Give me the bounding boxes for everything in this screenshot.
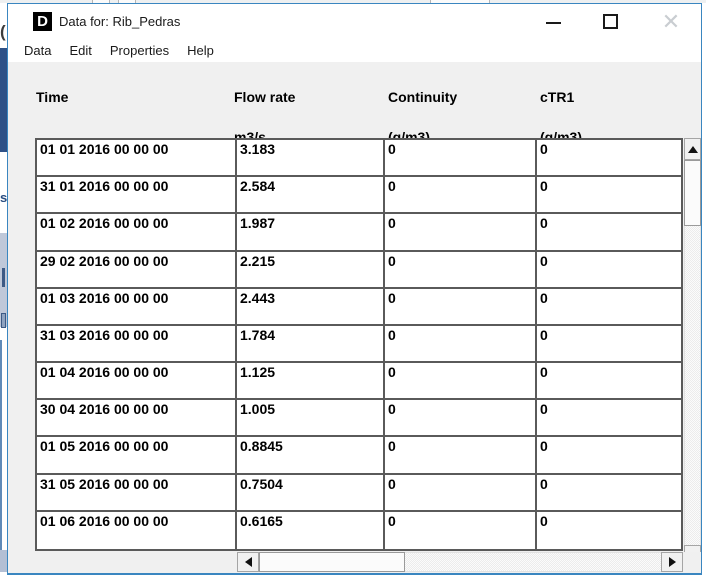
flow-rate-cell[interactable]: 2.443 <box>237 289 385 326</box>
background-fragment: ( <box>0 22 7 42</box>
menu-bar: Data Edit Properties Help <box>8 40 701 62</box>
continuity-cell[interactable]: 0 <box>385 400 537 437</box>
close-button[interactable]: ✕ <box>649 4 693 40</box>
time-cell[interactable]: 01 05 2016 00 00 00 <box>37 437 237 474</box>
ctr1-cell[interactable]: 0 <box>537 475 681 512</box>
flow-rate-cell[interactable]: 1.125 <box>237 363 385 400</box>
column-header-label: Continuity <box>388 87 457 107</box>
continuity-cell[interactable]: 0 <box>385 475 537 512</box>
continuity-cell[interactable]: 0 <box>385 252 537 289</box>
time-cell[interactable]: 31 03 2016 00 00 00 <box>37 326 237 363</box>
ctr1-cell[interactable]: 0 <box>537 512 681 549</box>
background-fragment: s <box>0 190 7 205</box>
time-cell[interactable]: 31 05 2016 00 00 00 <box>37 475 237 512</box>
menu-properties[interactable]: Properties <box>101 41 178 61</box>
ctr1-cell[interactable]: 0 <box>537 400 681 437</box>
time-cell[interactable]: 01 04 2016 00 00 00 <box>37 363 237 400</box>
vertical-scrollbar-thumb[interactable] <box>684 160 701 226</box>
ctr1-cell[interactable]: 0 <box>537 214 681 251</box>
flow-rate-cell[interactable]: 0.8845 <box>237 437 385 474</box>
window-title: Data for: Rib_Pedras <box>59 14 180 29</box>
flow-rate-cell[interactable]: 0.7504 <box>237 475 385 512</box>
menu-edit[interactable]: Edit <box>60 41 100 61</box>
continuity-cell[interactable]: 0 <box>385 326 537 363</box>
continuity-cell[interactable]: 0 <box>385 437 537 474</box>
close-icon: ✕ <box>649 9 693 35</box>
data-window: D Data for: Rib_Pedras ✕ Data Edit Prope… <box>7 3 702 575</box>
ctr1-cell[interactable]: 0 <box>537 140 681 177</box>
menu-data[interactable]: Data <box>15 41 60 61</box>
flow-rate-cell[interactable]: 1.784 <box>237 326 385 363</box>
flow-rate-cell[interactable]: 2.215 <box>237 252 385 289</box>
background-fragment <box>0 550 7 572</box>
vertical-scrollbar[interactable] <box>684 138 701 567</box>
scrollbar-corner <box>684 552 701 573</box>
minimize-icon <box>546 22 561 24</box>
flow-rate-cell[interactable]: 1.987 <box>237 214 385 251</box>
flow-rate-cell[interactable]: 3.183 <box>237 140 385 177</box>
horizontal-scrollbar-thumb[interactable] <box>259 552 405 572</box>
ctr1-cell[interactable]: 0 <box>537 326 681 363</box>
continuity-cell[interactable]: 0 <box>385 363 537 400</box>
continuity-cell[interactable]: 0 <box>385 140 537 177</box>
background-fragment <box>0 340 2 566</box>
ctr1-cell[interactable]: 0 <box>537 252 681 289</box>
ctr1-cell[interactable]: 0 <box>537 363 681 400</box>
background-fragment <box>2 268 5 287</box>
ctr1-cell[interactable]: 0 <box>537 289 681 326</box>
titlebar[interactable]: D Data for: Rib_Pedras ✕ <box>8 4 701 40</box>
time-cell[interactable]: 01 03 2016 00 00 00 <box>37 289 237 326</box>
scroll-left-button[interactable] <box>237 552 259 572</box>
continuity-cell[interactable]: 0 <box>385 177 537 214</box>
time-cell[interactable]: 29 02 2016 00 00 00 <box>37 252 237 289</box>
time-cell[interactable]: 01 01 2016 00 00 00 <box>37 140 237 177</box>
ctr1-cell[interactable]: 0 <box>537 177 681 214</box>
minimize-button[interactable] <box>531 4 575 40</box>
background-fragment <box>1 313 6 328</box>
flow-rate-cell[interactable]: 1.005 <box>237 400 385 437</box>
scroll-left-icon <box>245 557 252 567</box>
screen: ( s D Data for: Rib_Pedras ✕ Data Edit P… <box>0 0 706 576</box>
time-cell[interactable]: 31 01 2016 00 00 00 <box>37 177 237 214</box>
flow-rate-cell[interactable]: 2.584 <box>237 177 385 214</box>
scroll-right-icon <box>669 557 676 567</box>
column-header-label: cTR1 <box>540 87 582 107</box>
ctr1-cell[interactable]: 0 <box>537 437 681 474</box>
data-table: 01 01 2016 00 00 00 3.183 0 0 31 01 2016… <box>35 138 683 551</box>
column-header-time: Time <box>36 67 68 147</box>
maximize-icon <box>603 14 618 29</box>
continuity-cell[interactable]: 0 <box>385 512 537 549</box>
column-header-label: Time <box>36 87 68 107</box>
scroll-up-icon <box>688 146 698 153</box>
app-icon: D <box>33 12 52 31</box>
scroll-up-button[interactable] <box>684 138 701 160</box>
continuity-cell[interactable]: 0 <box>385 214 537 251</box>
continuity-cell[interactable]: 0 <box>385 289 537 326</box>
horizontal-scrollbar[interactable] <box>237 552 683 572</box>
scroll-right-button[interactable] <box>661 552 683 572</box>
background-fragment <box>0 48 7 152</box>
flow-rate-cell[interactable]: 0.6165 <box>237 512 385 549</box>
menu-help[interactable]: Help <box>178 41 223 61</box>
maximize-button[interactable] <box>588 4 632 40</box>
time-cell[interactable]: 30 04 2016 00 00 00 <box>37 400 237 437</box>
time-cell[interactable]: 01 02 2016 00 00 00 <box>37 214 237 251</box>
column-header-label: Flow rate <box>234 87 295 107</box>
time-cell[interactable]: 01 06 2016 00 00 00 <box>37 512 237 549</box>
